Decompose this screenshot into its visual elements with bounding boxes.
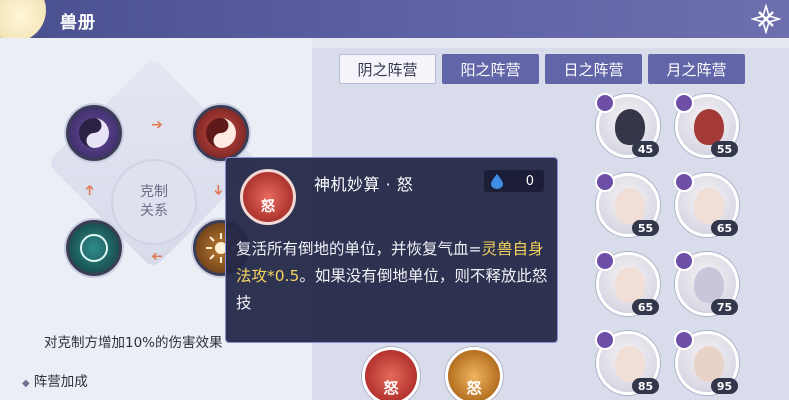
yin-faction-node[interactable]	[66, 105, 122, 161]
yin-badge-icon	[674, 172, 694, 192]
moon-faction-node[interactable]	[66, 220, 122, 276]
skill-icon-label: 怒	[261, 199, 275, 215]
tab-yin[interactable]: 阴之阵营	[339, 54, 436, 84]
beast-level: 95	[711, 378, 738, 394]
skill-label: 怒	[466, 378, 482, 397]
arrow-right-icon: ➔	[151, 117, 163, 133]
beast-level: 65	[711, 220, 738, 236]
arrow-left-icon: ➔	[151, 248, 163, 264]
beast-portrait	[694, 109, 724, 145]
center-text-1: 克制	[140, 184, 168, 200]
moon-icon	[80, 234, 108, 262]
title-bar: 兽册	[0, 0, 789, 42]
yin-badge-icon	[674, 251, 694, 271]
water-drop-icon	[491, 174, 503, 189]
beast-card[interactable]: 55	[595, 172, 660, 237]
skill-tooltip: 怒 神机妙算 · 怒 0 复活所有倒地的单位，并恢复气血=灵兽自身法攻*0.5。…	[225, 157, 558, 343]
tab-yang[interactable]: 阳之阵营	[442, 54, 539, 84]
beast-card[interactable]: 65	[595, 251, 660, 316]
beast-portrait	[615, 267, 645, 303]
beast-portrait	[694, 346, 724, 382]
beast-portrait	[615, 346, 645, 382]
beast-portrait	[694, 267, 724, 303]
beast-card[interactable]: 55	[674, 93, 739, 158]
arrow-up-icon: ➔	[81, 184, 98, 196]
yin-badge-icon	[595, 330, 615, 350]
beast-card[interactable]: 65	[674, 172, 739, 237]
skill-rage-gold[interactable]: 怒	[445, 347, 503, 400]
relation-description: 对克制方增加10%的伤害效果	[44, 335, 223, 351]
beast-level: 55	[632, 220, 659, 236]
beast-portrait	[615, 188, 645, 224]
beast-card[interactable]: 85	[595, 330, 660, 395]
skill-rage-red[interactable]: 怒	[362, 347, 420, 400]
tab-sun[interactable]: 日之阵营	[545, 54, 642, 84]
skill-cost-value: 0	[525, 173, 534, 189]
beast-portrait	[694, 188, 724, 224]
beast-level: 85	[632, 378, 659, 394]
desc-part-1: 复活所有倒地的单位，并恢复气血=	[236, 240, 482, 258]
yin-badge-icon	[674, 93, 694, 113]
skill-description: 复活所有倒地的单位，并恢复气血=灵兽自身法攻*0.5。如果没有倒地单位，则不释放…	[236, 236, 554, 317]
skill-name: 神机妙算 · 怒	[314, 175, 414, 194]
window-title: 兽册	[60, 13, 96, 33]
skill-label: 怒	[383, 378, 399, 397]
yin-badge-icon	[595, 93, 615, 113]
yin-icon	[79, 118, 109, 148]
beast-portrait	[615, 109, 645, 145]
beast-level: 75	[711, 299, 738, 315]
faction-tabs: 阴之阵营 阳之阵营 日之阵营 月之阵营	[339, 54, 745, 84]
moon-decoration	[0, 0, 46, 42]
skill-cost: 0	[484, 170, 544, 192]
yin-badge-icon	[595, 251, 615, 271]
beast-level: 45	[632, 141, 659, 157]
beast-card[interactable]: 75	[674, 251, 739, 316]
close-button[interactable]	[744, 0, 788, 38]
yang-icon	[206, 118, 236, 148]
arrow-down-icon: ➔	[209, 184, 226, 196]
relation-center: 克制 关系	[111, 159, 197, 245]
diamond-bullet-icon: ◆	[22, 378, 30, 389]
section-title: 阵营加成	[33, 374, 88, 390]
center-text-2: 关系	[140, 203, 168, 219]
yin-badge-icon	[595, 172, 615, 192]
yin-badge-icon	[674, 330, 694, 350]
beast-level: 55	[711, 141, 738, 157]
beast-level: 65	[632, 299, 659, 315]
close-icon	[751, 4, 781, 34]
beast-card[interactable]: 45	[595, 93, 660, 158]
yang-faction-node[interactable]	[193, 105, 249, 161]
tab-moon[interactable]: 月之阵营	[648, 54, 745, 84]
section-header: ◆ 阵营加成	[22, 370, 88, 390]
beast-card[interactable]: 95	[674, 330, 739, 395]
skill-icon: 怒	[240, 169, 296, 225]
